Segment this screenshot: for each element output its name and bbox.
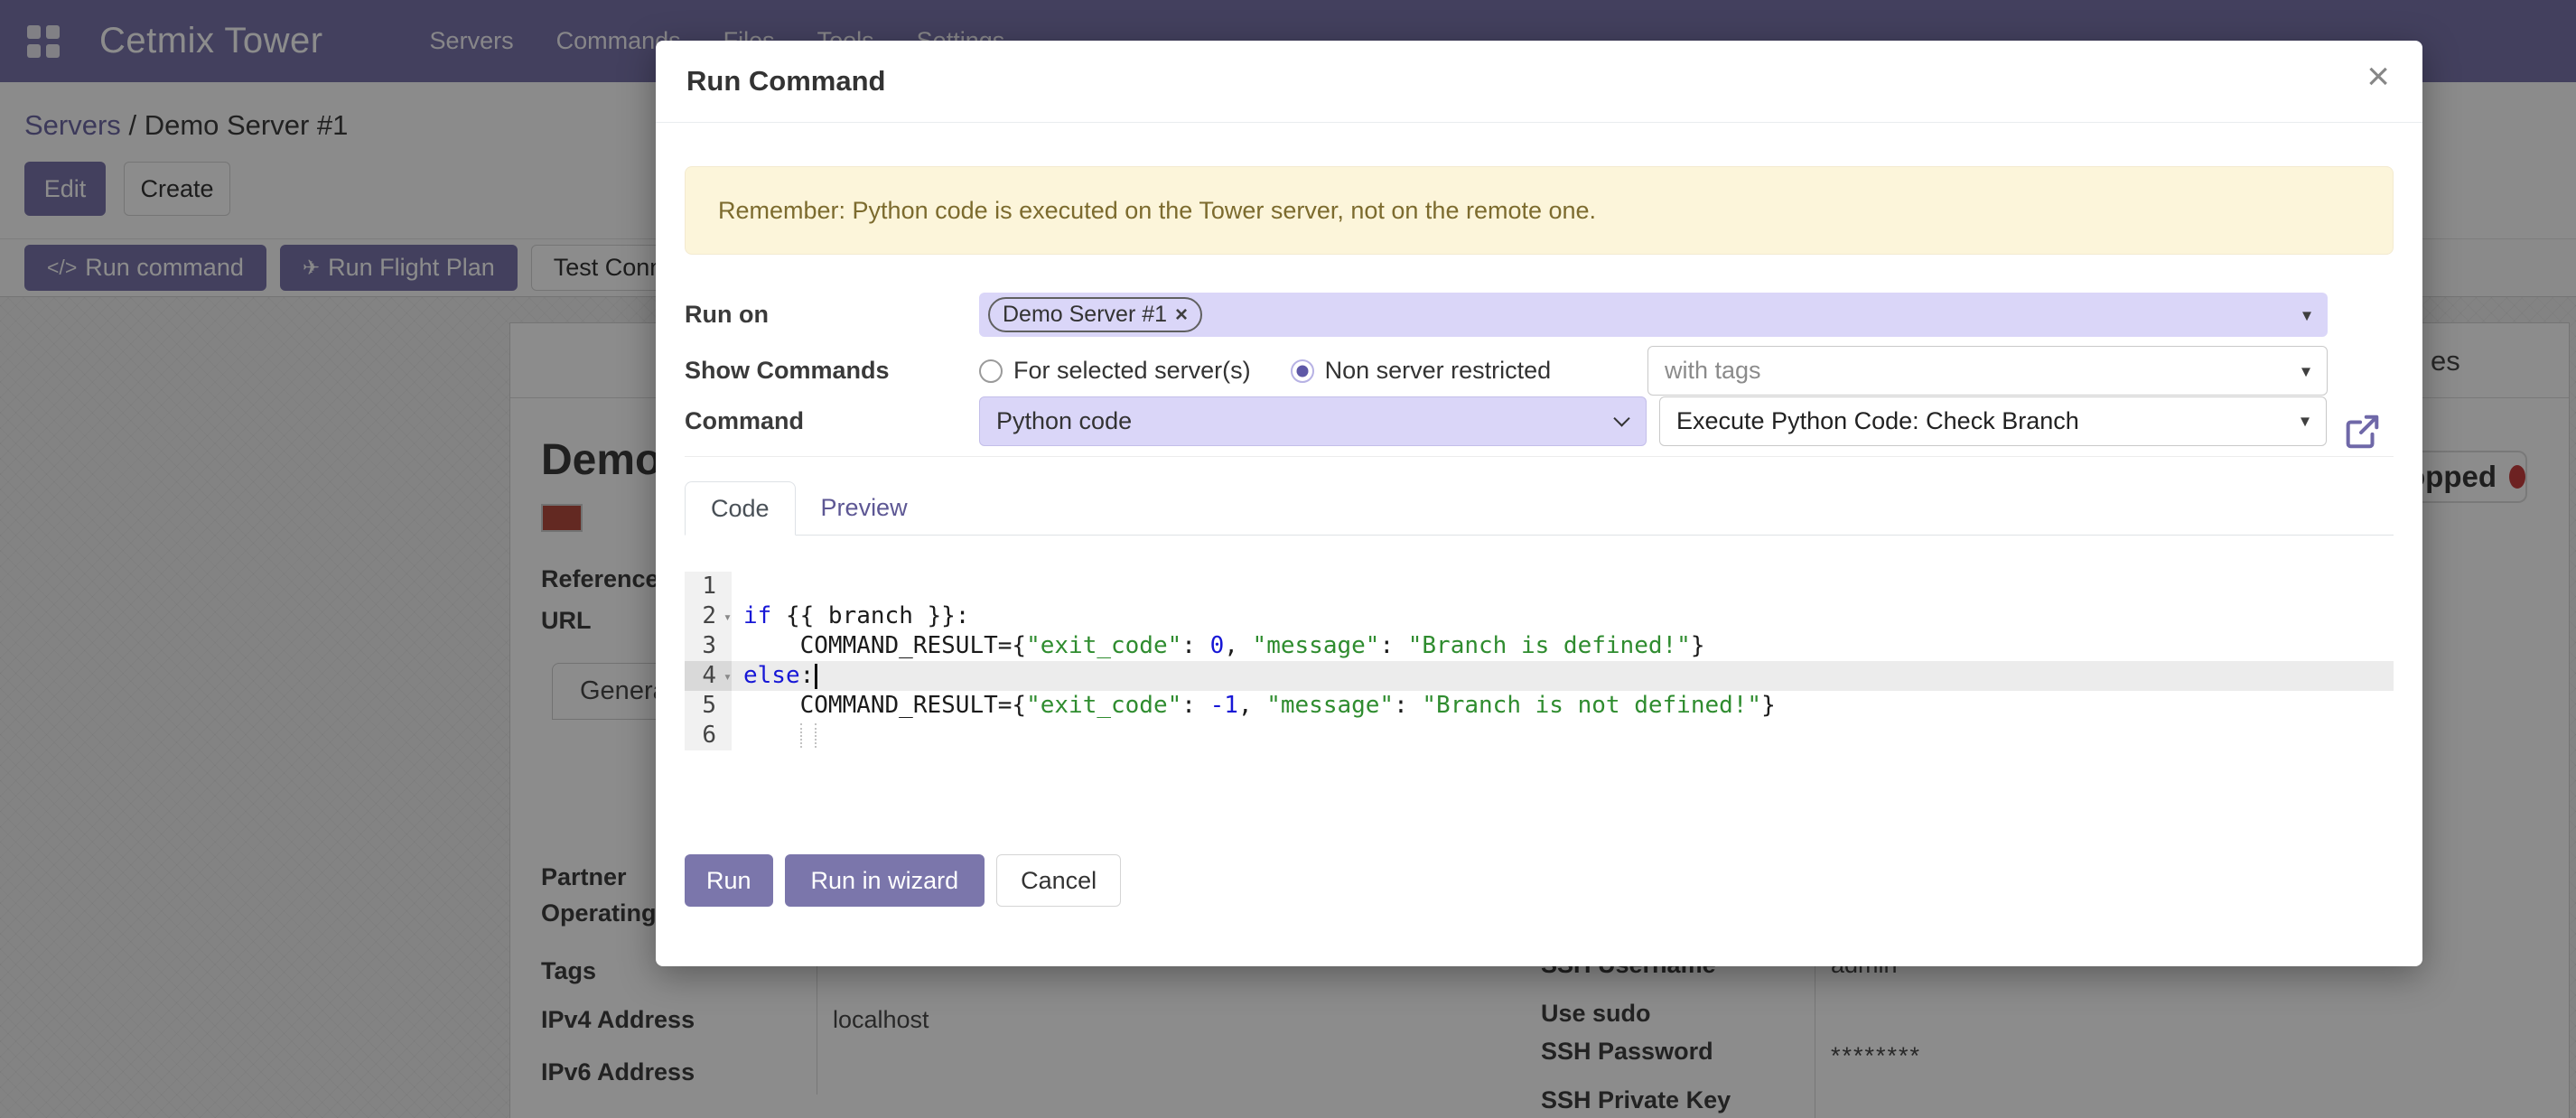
- command-label: Command: [685, 407, 979, 435]
- cancel-button[interactable]: Cancel: [996, 854, 1121, 907]
- external-link-icon[interactable]: [2341, 411, 2383, 452]
- warning-alert: Remember: Python code is executed on the…: [685, 166, 2394, 255]
- show-commands-row: Show Commands For selected server(s) Non…: [685, 346, 2394, 396]
- line-number: 2▾: [685, 601, 732, 631]
- line-number: 1: [685, 572, 732, 601]
- line-number: 4▾: [685, 661, 732, 691]
- chevron-down-icon: ▾: [2301, 410, 2310, 433]
- chevron-down-icon[interactable]: ▾: [2302, 303, 2311, 326]
- editor-line: 6: [685, 721, 2394, 750]
- run-on-row: Run on Demo Server #1 × ▾: [685, 293, 2394, 337]
- editor-tabs: Code Preview: [685, 480, 2394, 536]
- code-line[interactable]: COMMAND_RESULT={"exit_code": -1, "messag…: [732, 691, 2394, 721]
- command-type-select[interactable]: Python code: [979, 396, 1647, 446]
- code-line[interactable]: COMMAND_RESULT={"exit_code": 0, "message…: [732, 631, 2394, 661]
- run-button[interactable]: Run: [685, 854, 773, 907]
- editor-line: 4▾else:: [685, 661, 2394, 691]
- remove-tag-icon[interactable]: ×: [1175, 304, 1188, 326]
- line-number: 6: [685, 721, 732, 750]
- fold-caret-icon[interactable]: ▾: [723, 662, 732, 692]
- radio-non-server-restricted[interactable]: Non server restricted: [1291, 357, 1552, 385]
- close-icon[interactable]: ×: [2366, 57, 2390, 97]
- show-commands-label: Show Commands: [685, 357, 979, 385]
- code-editor[interactable]: 12▾if {{ branch }}:3 COMMAND_RESULT={"ex…: [685, 572, 2394, 750]
- run-on-multiselect[interactable]: Demo Server #1 × ▾: [979, 293, 2328, 337]
- editor-line: 2▾if {{ branch }}:: [685, 601, 2394, 631]
- dialog-body: Remember: Python code is executed on the…: [656, 166, 2422, 907]
- code-line[interactable]: [732, 721, 2394, 750]
- line-number: 5: [685, 691, 732, 721]
- radio-unselected-icon[interactable]: [979, 359, 1003, 383]
- chevron-down-icon: ▾: [2301, 359, 2310, 382]
- run-command-dialog: Run Command × Remember: Python code is e…: [656, 41, 2422, 966]
- tab-code[interactable]: Code: [685, 481, 796, 536]
- radio-selected-icon[interactable]: [1291, 359, 1314, 383]
- fold-caret-icon[interactable]: ▾: [723, 602, 732, 632]
- editor-line: 1: [685, 572, 2394, 601]
- server-tag-chip: Demo Server #1 ×: [988, 297, 1202, 332]
- run-command-form: Run on Demo Server #1 × ▾ Show Commands: [685, 293, 2394, 457]
- dialog-header: Run Command ×: [656, 41, 2422, 123]
- with-tags-select[interactable]: with tags ▾: [1647, 346, 2328, 396]
- tab-preview[interactable]: Preview: [796, 480, 933, 535]
- screen: Cetmix Tower Servers Commands Files Tool…: [0, 0, 2576, 1118]
- editor-line: 3 COMMAND_RESULT={"exit_code": 0, "messa…: [685, 631, 2394, 661]
- code-line[interactable]: if {{ branch }}:: [732, 601, 2394, 631]
- run-on-label: Run on: [685, 301, 979, 329]
- line-number: 3: [685, 631, 732, 661]
- chevron-down-icon: [1613, 410, 1629, 426]
- text-cursor: [815, 664, 817, 689]
- code-line[interactable]: else:: [732, 661, 2394, 691]
- command-select[interactable]: Execute Python Code: Check Branch ▾: [1659, 396, 2327, 446]
- radio-for-selected-servers[interactable]: For selected server(s): [979, 357, 1251, 385]
- editor-line: 5 COMMAND_RESULT={"exit_code": -1, "mess…: [685, 691, 2394, 721]
- dialog-title: Run Command: [686, 65, 885, 98]
- code-line[interactable]: [732, 572, 2394, 601]
- command-row: Command Python code Execute Python Code:…: [685, 407, 2394, 457]
- dialog-footer: Run Run in wizard Cancel: [685, 854, 2394, 907]
- run-in-wizard-button[interactable]: Run in wizard: [785, 854, 985, 907]
